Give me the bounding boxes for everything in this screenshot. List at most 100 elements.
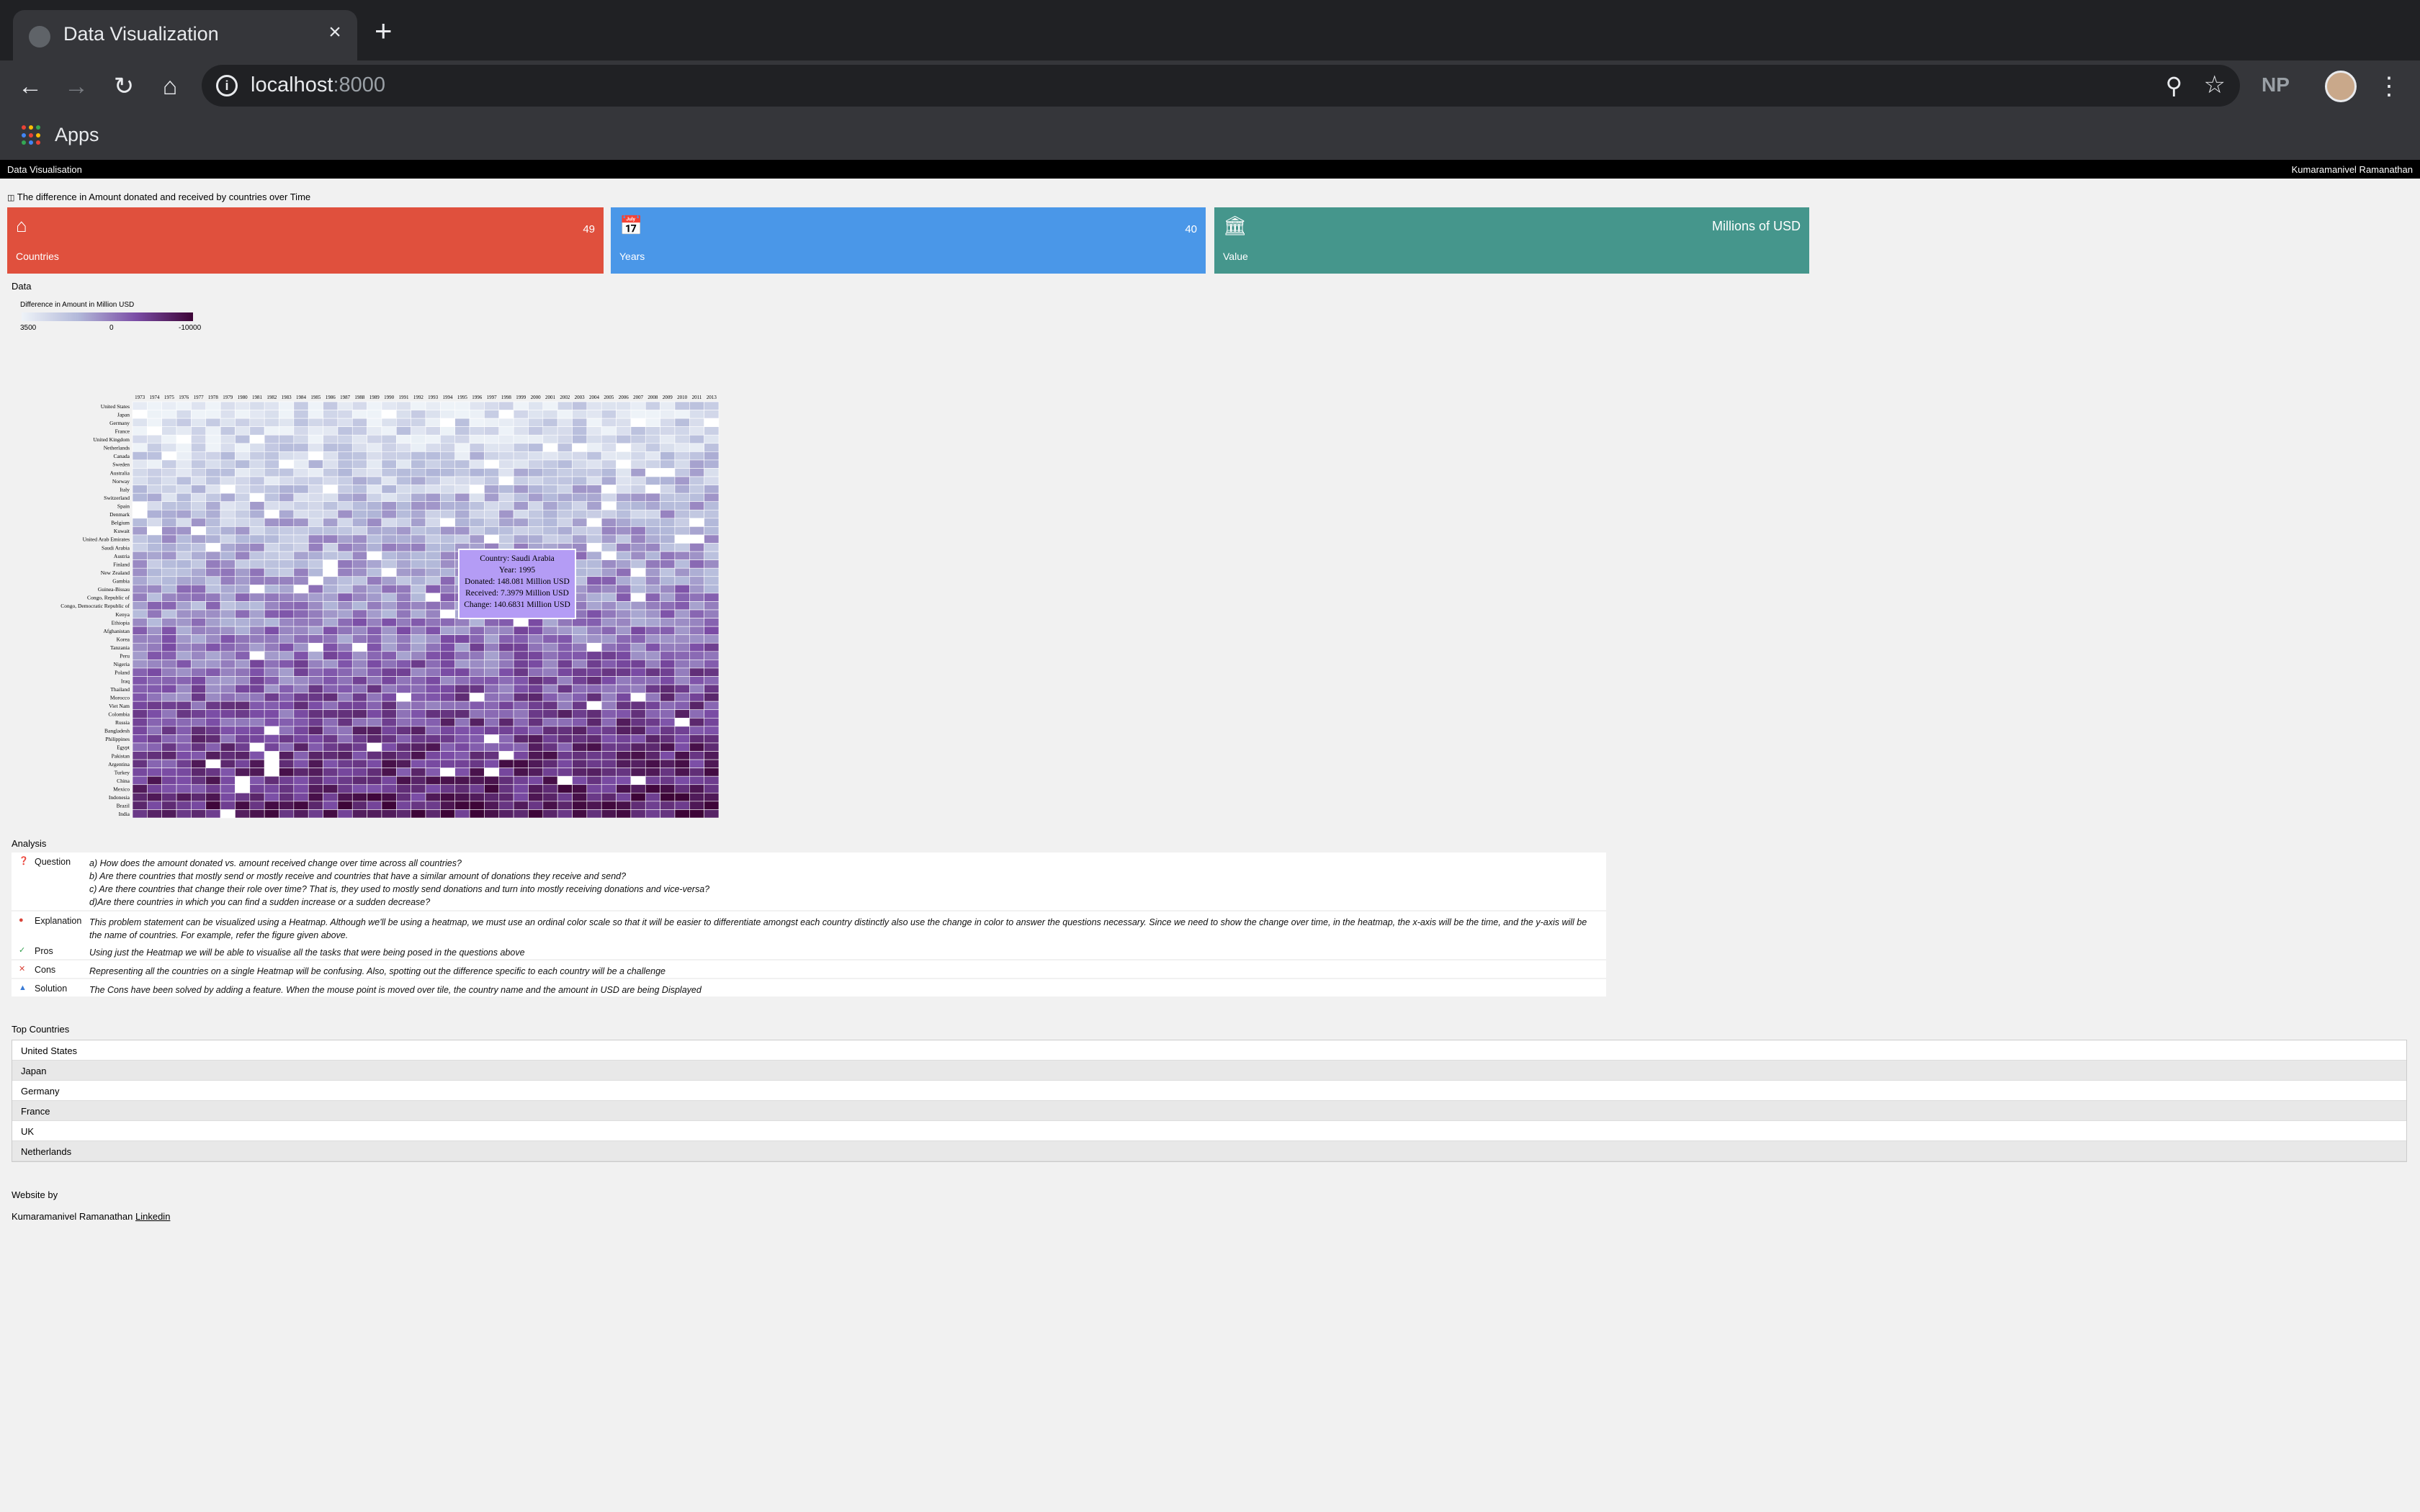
heatmap-cell[interactable] — [630, 501, 646, 510]
heatmap-cell[interactable] — [586, 401, 602, 410]
heatmap-cell[interactable] — [395, 468, 411, 477]
heatmap-cell[interactable] — [249, 559, 265, 569]
heatmap-cell[interactable] — [308, 451, 323, 461]
heatmap-cell[interactable] — [630, 401, 646, 410]
heatmap-cell[interactable] — [630, 485, 646, 494]
heatmap-cell[interactable] — [176, 401, 192, 410]
heatmap-cell[interactable] — [293, 559, 309, 569]
heatmap-cell[interactable] — [498, 660, 514, 669]
heatmap-cell[interactable] — [337, 742, 353, 752]
heatmap-cell[interactable] — [249, 459, 265, 469]
heatmap-cell[interactable] — [351, 401, 367, 410]
heatmap-cell[interactable] — [249, 567, 265, 577]
heatmap-cell[interactable] — [351, 426, 367, 436]
heatmap-cell[interactable] — [220, 551, 236, 560]
heatmap-cell[interactable] — [367, 618, 382, 627]
heatmap-cell[interactable] — [395, 601, 411, 611]
heatmap-cell[interactable] — [557, 443, 573, 452]
heatmap-cell[interactable] — [308, 618, 323, 627]
heatmap-cell[interactable] — [484, 793, 500, 802]
heatmap-cell[interactable] — [264, 576, 279, 585]
heatmap-cell[interactable] — [161, 801, 177, 810]
heatmap-cell[interactable] — [147, 801, 163, 810]
heatmap-cell[interactable] — [689, 709, 704, 719]
heatmap-cell[interactable] — [528, 775, 544, 786]
heatmap-cell[interactable] — [293, 793, 309, 802]
heatmap-cell[interactable] — [425, 543, 441, 552]
heatmap-cell[interactable] — [586, 559, 602, 569]
heatmap-cell[interactable] — [161, 759, 177, 768]
heatmap-cell[interactable] — [704, 726, 720, 735]
heatmap-cell[interactable] — [586, 551, 602, 560]
heatmap-cell[interactable] — [205, 576, 221, 585]
heatmap-cell[interactable] — [645, 651, 660, 660]
heatmap-cell[interactable] — [557, 768, 573, 777]
heatmap-cell[interactable] — [395, 626, 411, 635]
heatmap-cell[interactable] — [191, 443, 207, 452]
heatmap-cell[interactable] — [381, 543, 397, 552]
heatmap-cell[interactable] — [132, 426, 148, 436]
heatmap-cell[interactable] — [586, 518, 602, 527]
heatmap-cell[interactable] — [308, 759, 323, 768]
heatmap-cell[interactable] — [498, 468, 514, 477]
heatmap-cell[interactable] — [572, 459, 588, 469]
heatmap-cell[interactable] — [176, 734, 192, 744]
heatmap-cell[interactable] — [249, 492, 265, 503]
heatmap-cell[interactable] — [484, 642, 500, 652]
heatmap-cell[interactable] — [323, 676, 339, 685]
heatmap-cell[interactable] — [176, 626, 192, 635]
heatmap-cell[interactable] — [176, 492, 192, 503]
heatmap-cell[interactable] — [630, 809, 646, 819]
heatmap-cell[interactable] — [235, 751, 251, 760]
heatmap-cell[interactable] — [513, 618, 529, 627]
profile-initials[interactable]: NP — [2262, 73, 2290, 96]
heatmap-cell[interactable] — [674, 434, 690, 444]
heatmap-cell[interactable] — [161, 559, 177, 569]
heatmap-cell[interactable] — [645, 492, 660, 503]
heatmap-cell[interactable] — [279, 642, 295, 652]
heatmap-cell[interactable] — [411, 543, 426, 552]
heatmap-cell[interactable] — [572, 667, 588, 677]
heatmap-cell[interactable] — [660, 551, 676, 560]
heatmap-cell[interactable] — [337, 693, 353, 702]
heatmap-cell[interactable] — [616, 717, 632, 727]
heatmap-cell[interactable] — [293, 410, 309, 419]
heatmap-cell[interactable] — [440, 485, 455, 494]
heatmap-cell[interactable] — [235, 492, 251, 503]
heatmap-cell[interactable] — [674, 601, 690, 611]
heatmap-cell[interactable] — [351, 734, 367, 744]
heatmap-cell[interactable] — [484, 618, 500, 627]
heatmap-cell[interactable] — [542, 775, 558, 786]
heatmap-cell[interactable] — [351, 551, 367, 560]
heatmap-cell[interactable] — [484, 693, 500, 702]
heatmap-cell[interactable] — [484, 426, 500, 436]
heatmap-cell[interactable] — [235, 567, 251, 577]
heatmap-cell[interactable] — [367, 576, 382, 585]
heatmap-cell[interactable] — [674, 501, 690, 510]
heatmap-cell[interactable] — [630, 410, 646, 419]
heatmap-cell[interactable] — [381, 576, 397, 585]
heatmap-cell[interactable] — [323, 476, 339, 485]
heatmap-cell[interactable] — [601, 660, 617, 669]
heatmap-cell[interactable] — [367, 809, 382, 819]
heatmap-cell[interactable] — [542, 742, 558, 752]
heatmap-cell[interactable] — [337, 784, 353, 793]
heatmap-cell[interactable] — [630, 601, 646, 611]
heatmap-cell[interactable] — [279, 593, 295, 602]
heatmap-cell[interactable] — [161, 717, 177, 727]
heatmap-cell[interactable] — [220, 626, 236, 635]
heatmap-cell[interactable] — [689, 451, 704, 461]
heatmap-cell[interactable] — [249, 793, 265, 802]
heatmap-cell[interactable] — [249, 775, 265, 786]
heatmap-cell[interactable] — [630, 418, 646, 427]
heatmap-cell[interactable] — [645, 717, 660, 727]
heatmap-cell[interactable] — [454, 434, 470, 444]
heatmap-cell[interactable] — [264, 742, 279, 752]
heatmap-cell[interactable] — [176, 543, 192, 552]
heatmap-cell[interactable] — [293, 651, 309, 660]
heatmap-cell[interactable] — [586, 593, 602, 602]
heatmap-cell[interactable] — [557, 418, 573, 427]
heatmap-cell[interactable] — [205, 784, 221, 793]
heatmap-cell[interactable] — [704, 576, 720, 585]
heatmap-cell[interactable] — [395, 609, 411, 618]
